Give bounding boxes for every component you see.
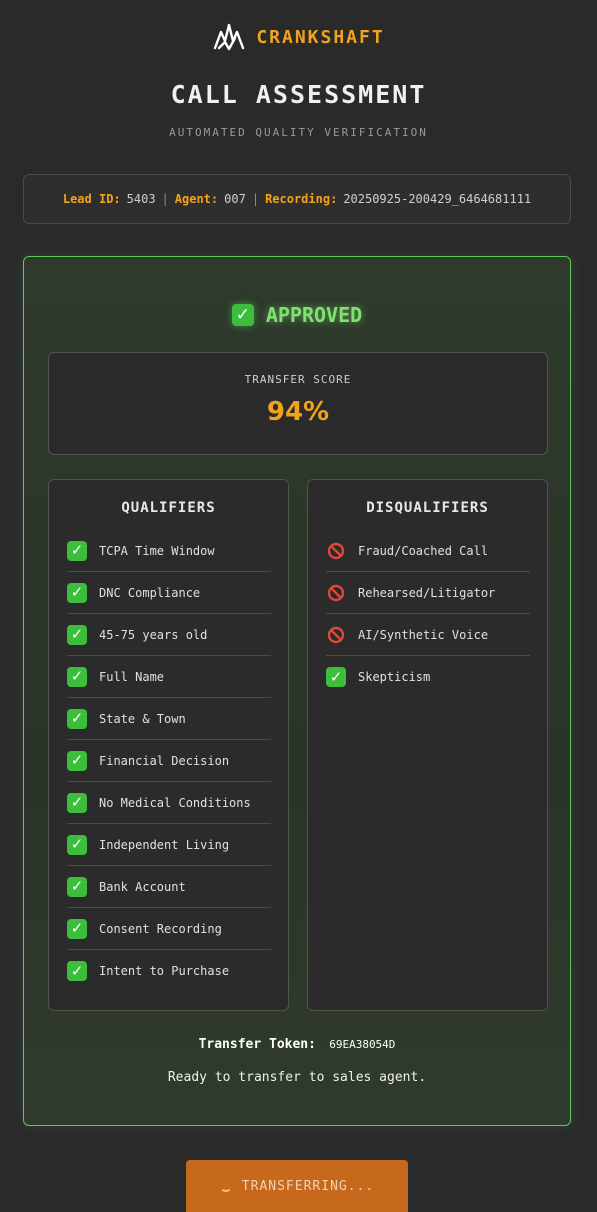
qualifiers-item: ✓ Bank Account [67,866,271,908]
agent-value: 007 [224,192,246,206]
qualifiers-item-label: Consent Recording [99,921,222,936]
status-label: APPROVED [265,303,363,327]
qualifiers-item-label: Independent Living [99,837,230,852]
recording-label: Recording: [265,192,338,206]
transferring-button[interactable]: TRANSFERRING... [186,1160,408,1212]
recording-value: 20250925-200429_6464681111 [343,192,532,206]
assessment-result-panel: ✓ APPROVED TRANSFER SCORE 94% QUALIFIERS… [23,256,571,1126]
qualifiers-item: ✓ Independent Living [67,824,271,866]
page-title: CALL ASSESSMENT [170,80,427,109]
prohibited-icon [326,625,346,645]
check-icon: ✓ [67,582,87,603]
qualifiers-item: ✓ Full Name [67,656,271,698]
qualifiers-item-label: TCPA Time Window [99,543,215,558]
meta-separator: | [161,192,169,206]
check-icon: ✓ [67,792,87,813]
qualifiers-item: ✓ TCPA Time Window [67,530,271,572]
disqualifiers-item-label: Skepticism [358,670,431,684]
disqualifiers-item: AI/Synthetic Voice [326,614,530,656]
disqualifiers-column: DISQUALIFIERS Fraud/Coached Call Rehearse… [307,479,548,1011]
lead-id-value: 5403 [126,192,156,206]
qualifiers-item-label: Intent to Purchase [99,964,230,978]
qualifiers-item: ✓ State & Town [67,698,271,740]
ready-message: Ready to transfer to sales agent. [167,1070,427,1085]
disqualifiers-item: ✓ Skepticism [326,656,530,698]
approval-status: ✓ APPROVED [24,303,570,327]
qualifiers-item: ✓ 45-75 years old [67,614,271,656]
prohibited-icon [326,583,346,603]
check-mark-icon: ✓ [231,304,254,326]
qualifiers-item: ✓ No Medical Conditions [67,782,271,824]
score-label: TRANSFER SCORE [244,373,352,386]
check-icon: ✓ [67,876,87,897]
qualifiers-item-label: No Medical Conditions [99,795,251,810]
check-icon: ✓ [67,708,87,729]
qualifiers-item-label: Financial Decision [99,753,230,768]
transferring-label: TRANSFERRING... [241,1178,375,1194]
check-icon: ✓ [67,666,87,687]
qualifiers-item-label: Full Name [99,669,165,684]
agent-label: Agent: [174,192,219,206]
qualifiers-item: ✓ Intent to Purchase [67,950,271,992]
lead-id-label: Lead ID: [62,192,121,206]
qualifiers-column: QUALIFIERS ✓ TCPA Time Window ✓ DNC Complia… [48,479,289,1011]
brand-name: CRANKSHAFT [256,26,385,48]
spinner-icon [219,1180,232,1192]
page-subtitle: AUTOMATED QUALITY VERIFICATION [169,126,428,139]
qualifiers-title: QUALIFIERS [121,500,216,516]
transfer-token: Transfer Token: 69EA38054D [24,1037,570,1052]
score-value: 94% [266,397,330,427]
disqualifiers-item-label: Fraud/Coached Call [358,543,489,558]
brand-header: CRANKSHAFT [0,22,597,52]
meta-separator: | [251,192,260,206]
qualifiers-item-label: 45-75 years old [99,627,208,642]
check-icon: ✓ [67,540,87,561]
disqualifiers-item-label: Rehearsed/Litigator [358,585,496,600]
token-label: Transfer Token: [198,1037,316,1052]
crankshaft-logo-icon [212,22,246,52]
token-value: 69EA38054D [329,1038,396,1051]
check-icon: ✓ [67,624,87,645]
prohibited-icon [326,541,346,561]
disqualifiers-item-label: AI/Synthetic Voice [358,627,489,642]
check-icon: ✓ [67,750,87,771]
call-metadata-bar: Lead ID: 5403 | Agent: 007 | Recording: … [23,174,571,224]
check-icon: ✓ [326,667,346,687]
qualifiers-list: ✓ TCPA Time Window ✓ DNC Compliance ✓ 45-75 y… [67,530,271,992]
qualifiers-item: ✓ Consent Recording [67,908,271,950]
qualifiers-item: ✓ DNC Compliance [67,572,271,614]
qualifiers-item: ✓ Financial Decision [67,740,271,782]
qualifiers-item-label: State & Town [99,711,186,726]
disqualifiers-item: Rehearsed/Litigator [326,572,530,614]
check-icon: ✓ [67,834,87,855]
transfer-score-card: TRANSFER SCORE 94% [48,352,548,455]
disqualifiers-item: Fraud/Coached Call [326,530,530,572]
qualifiers-item-label: DNC Compliance [99,585,201,600]
check-icon: ✓ [67,918,87,939]
qualifiers-item-label: Bank Account [99,879,186,894]
check-icon: ✓ [67,961,87,981]
disqualifiers-list: Fraud/Coached Call Rehearsed/Litigator AI/… [326,530,530,698]
disqualifiers-title: DISQUALIFIERS [366,500,489,516]
